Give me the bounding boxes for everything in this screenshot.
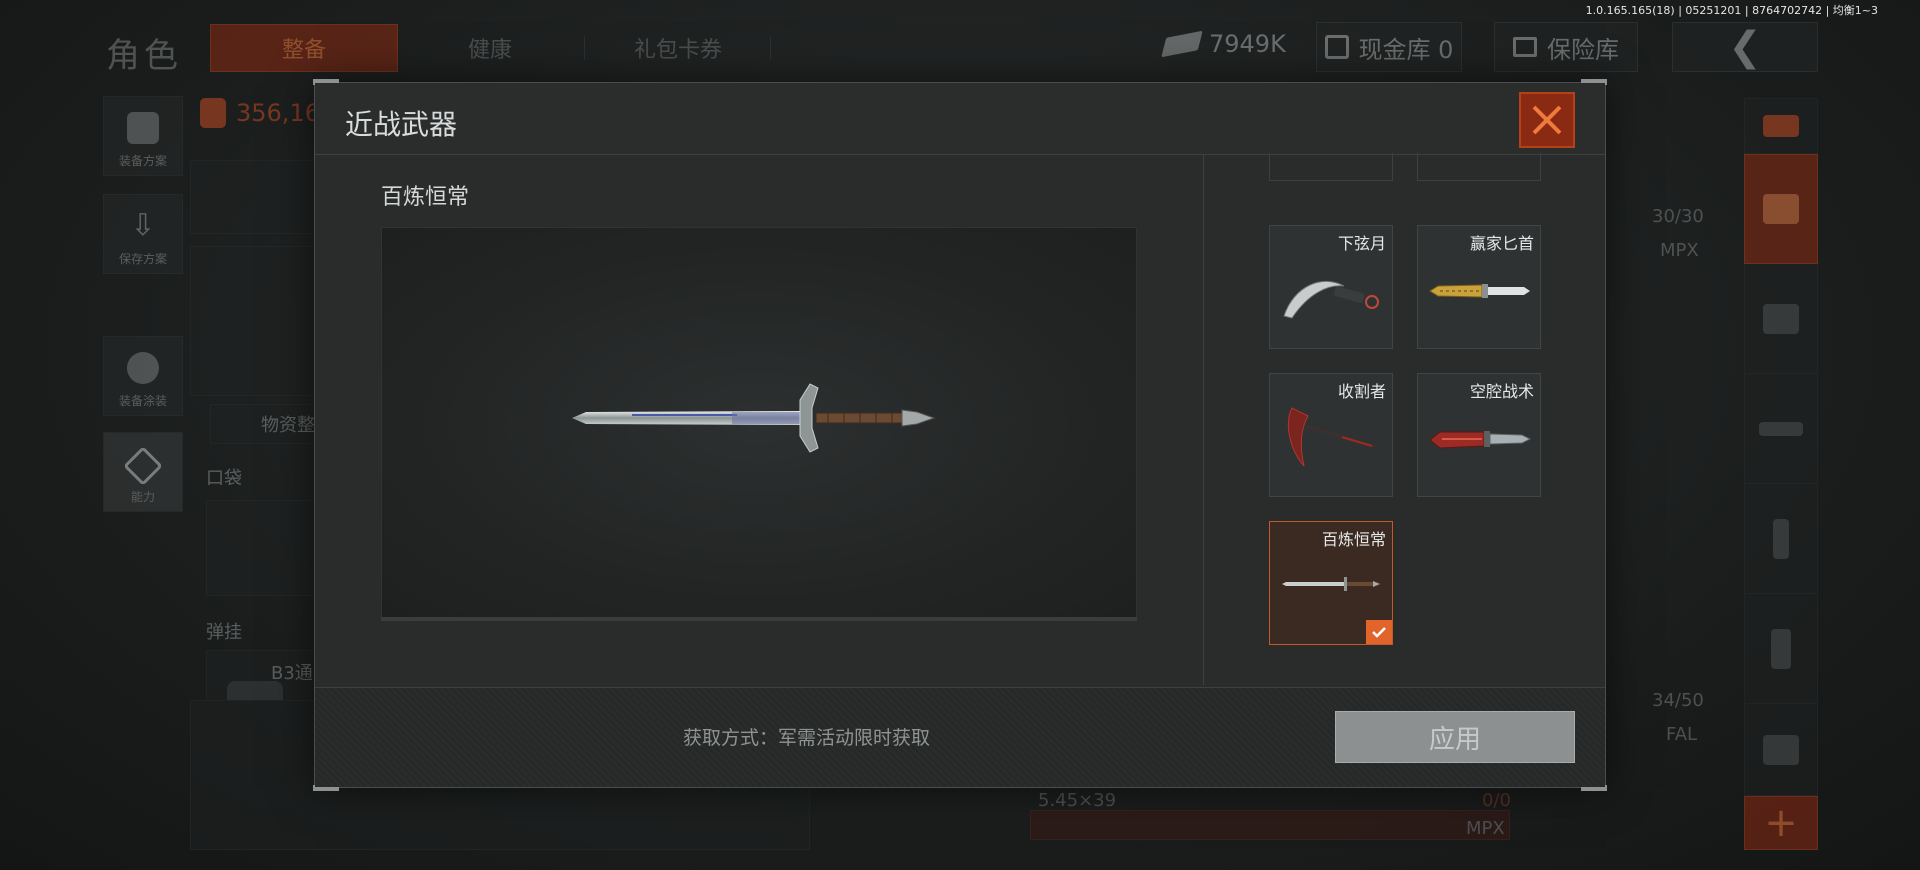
magazine-slot-icon bbox=[1773, 518, 1789, 559]
weapon-card-name: 下弦月 bbox=[1337, 234, 1386, 253]
ability-icon bbox=[123, 446, 163, 486]
helmet-icon bbox=[127, 352, 159, 384]
weapon-card-yingjia-dagger[interactable]: 赢家匕首 bbox=[1417, 225, 1541, 349]
pocket-label: 口袋 bbox=[206, 468, 242, 489]
apply-button[interactable]: 应用 bbox=[1335, 711, 1575, 763]
mag2-count: 34/50 bbox=[1652, 690, 1704, 711]
slot-helmet[interactable] bbox=[1744, 264, 1818, 374]
selected-check-icon bbox=[1366, 620, 1392, 644]
tab-health[interactable]: 健康 bbox=[420, 24, 560, 72]
close-button[interactable] bbox=[1519, 92, 1575, 148]
sidebar-item-label: 保存方案 bbox=[118, 252, 167, 266]
dagger-image bbox=[1429, 284, 1530, 298]
sidebar-item-ability[interactable]: 能力 bbox=[103, 432, 183, 512]
slot-vest[interactable] bbox=[1744, 704, 1818, 796]
sidebar-item-save-plan[interactable]: ⇩ 保存方案 bbox=[103, 194, 183, 274]
melee-slot-icon bbox=[1763, 194, 1799, 224]
sidebar-item-label: 装备方案 bbox=[118, 154, 167, 168]
cash-box-icon bbox=[1324, 35, 1349, 59]
weapon-card-bailian-hengchang[interactable]: 百炼恒常 bbox=[1269, 521, 1393, 645]
supplies-button[interactable]: 物资整 bbox=[210, 404, 320, 444]
melee-weapon-dialog: 近战武器 百炼恒常 下弦月 赢家匕首 收割者 空腔战术 百炼恒常 获取方式：军需… bbox=[313, 79, 1607, 791]
tab-divider bbox=[770, 36, 771, 60]
dialog-title: 近战武器 bbox=[345, 108, 458, 141]
back-arrow-icon: ❮ bbox=[1728, 24, 1762, 70]
refresh-slot[interactable] bbox=[1744, 98, 1818, 154]
weapon-card-reaper[interactable]: 收割者 bbox=[1269, 373, 1393, 497]
weapon-preview bbox=[381, 227, 1137, 619]
vest-slot-icon bbox=[1763, 734, 1799, 765]
bag-value-text: 356,16 bbox=[236, 99, 320, 127]
vault-button[interactable]: 保险库 bbox=[1494, 22, 1638, 72]
longsword-thumb-image bbox=[1282, 577, 1380, 591]
mag3-bar bbox=[1030, 810, 1510, 840]
weapon-card-xiaxianyue[interactable]: 下弦月 bbox=[1269, 225, 1393, 349]
game-screen: 1.0.165.165(18) | 05251201 | 8764702742 … bbox=[0, 0, 1920, 870]
slot-melee[interactable] bbox=[1744, 154, 1818, 264]
back-button[interactable]: ❮ bbox=[1672, 22, 1818, 72]
preview-weapon-name: 百炼恒常 bbox=[381, 185, 470, 210]
slot-magazine[interactable] bbox=[1744, 484, 1818, 594]
page-title: 角色 bbox=[106, 36, 182, 76]
mag3-count: 0/0 bbox=[1482, 790, 1511, 811]
weapon-card-name: 百炼恒常 bbox=[1321, 530, 1386, 549]
helmet-slot-icon bbox=[1763, 303, 1799, 334]
sidebar-item-equip-plan[interactable]: 装备方案 bbox=[103, 96, 183, 176]
weapon-card-partial[interactable] bbox=[1417, 153, 1541, 181]
check-icon bbox=[1372, 627, 1386, 638]
tab-divider bbox=[584, 36, 585, 60]
tab-equip[interactable]: 整备 bbox=[210, 24, 398, 72]
dialog-header: 近战武器 bbox=[315, 83, 1605, 155]
mag1-weapon: MPX bbox=[1660, 240, 1699, 261]
weapon-card-hollow-tactical[interactable]: 空腔战术 bbox=[1417, 373, 1541, 497]
refresh-icon bbox=[1763, 114, 1799, 137]
sidebar-item-label: 装备涂装 bbox=[118, 394, 167, 408]
bag-value: 356,16 bbox=[200, 98, 320, 128]
rig-label: 弹挂 bbox=[206, 622, 242, 643]
supplies-label: 物资整 bbox=[261, 415, 315, 436]
cash-box-label: 现金库 0 bbox=[1358, 35, 1454, 64]
vault-label: 保险库 bbox=[1547, 35, 1619, 64]
slot-grenade[interactable] bbox=[1744, 594, 1818, 704]
caliber-label: 5.45×39 bbox=[1038, 790, 1117, 811]
panel-divider bbox=[1203, 155, 1204, 685]
weapon-card-name: 收割者 bbox=[1337, 382, 1386, 401]
mag1-count: 30/30 bbox=[1652, 206, 1704, 227]
cash-amount: 7949K bbox=[1209, 30, 1286, 58]
sidebar-item-equip-skin[interactable]: 装备涂装 bbox=[103, 336, 183, 416]
mag2-weapon: FAL bbox=[1666, 724, 1698, 745]
preview-edge bbox=[381, 617, 1137, 621]
backpack-icon bbox=[200, 98, 226, 128]
equip-slot[interactable] bbox=[190, 246, 320, 396]
sickle-image bbox=[1287, 407, 1379, 467]
add-button[interactable]: + bbox=[1744, 796, 1818, 850]
sidebar-item-label: 能力 bbox=[130, 490, 155, 504]
vest-icon bbox=[127, 112, 159, 144]
slot-rifle[interactable] bbox=[1744, 374, 1818, 484]
grenade-slot-icon bbox=[1771, 628, 1791, 669]
tab-gift-coupons[interactable]: 礼包卡券 bbox=[604, 24, 752, 72]
rifle-slot-icon bbox=[1759, 421, 1803, 436]
weapon-card-name: 赢家匕首 bbox=[1469, 234, 1534, 253]
karambit-image bbox=[1283, 281, 1379, 319]
cash-box-button[interactable]: 现金库 0 bbox=[1316, 22, 1462, 72]
acquire-method-text: 获取方式：军需活动限时获取 bbox=[683, 727, 931, 749]
cash-display: 7949K bbox=[1161, 30, 1286, 58]
download-icon: ⇩ bbox=[130, 208, 156, 243]
pocket-slot[interactable] bbox=[206, 500, 316, 596]
cash-icon bbox=[1161, 30, 1203, 58]
mag3-weapon: MPX bbox=[1466, 818, 1505, 839]
longsword-image bbox=[572, 383, 936, 453]
tactical-knife-image bbox=[1429, 431, 1532, 449]
weapon-card-name: 空腔战术 bbox=[1469, 382, 1534, 401]
vault-icon bbox=[1513, 37, 1537, 57]
weapon-card-partial[interactable] bbox=[1269, 153, 1393, 181]
equip-slot[interactable] bbox=[190, 160, 320, 234]
close-icon bbox=[1532, 105, 1562, 135]
